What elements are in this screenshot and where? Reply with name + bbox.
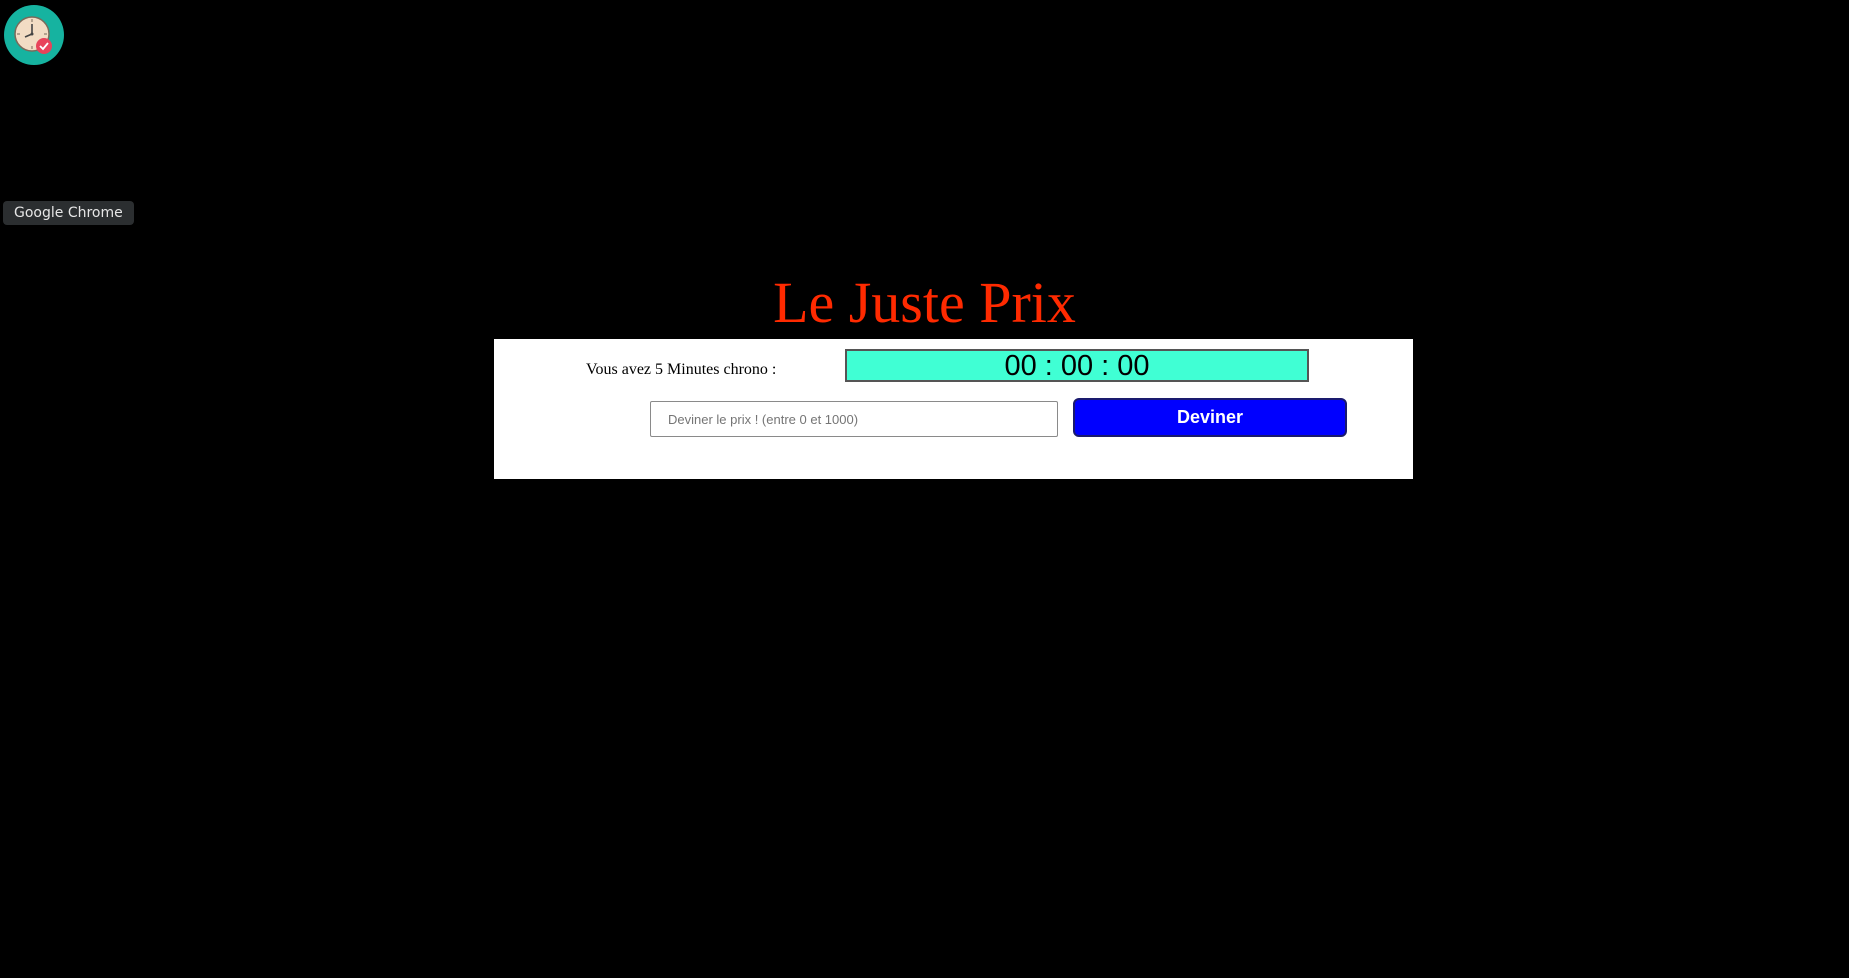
countdown-timer: 00 : 00 : 00 [845, 349, 1309, 382]
guess-button[interactable]: Deviner [1073, 398, 1347, 437]
game-panel: Vous avez 5 Minutes chrono : 00 : 00 : 0… [494, 339, 1413, 479]
page-title: Le Juste Prix [773, 270, 1076, 335]
dock-app-icon[interactable] [4, 5, 64, 65]
timer-label: Vous avez 5 Minutes chrono : [586, 361, 777, 378]
price-guess-input[interactable] [650, 401, 1058, 437]
clock-check-icon [14, 16, 52, 54]
dock-tooltip: Google Chrome [3, 201, 134, 225]
